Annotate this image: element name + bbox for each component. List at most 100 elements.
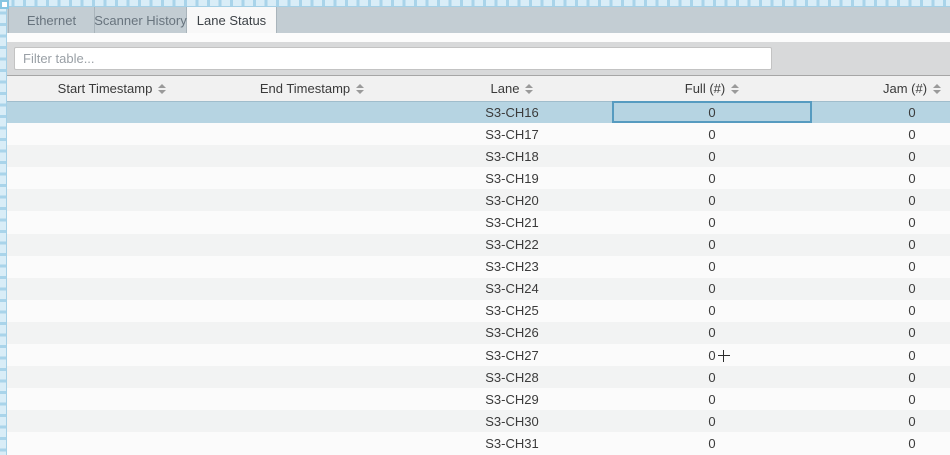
table-row[interactable]: S3-CH1900 <box>0 167 950 189</box>
cell-lane[interactable]: S3-CH19 <box>412 167 612 189</box>
cell-start[interactable] <box>12 145 212 167</box>
cell-start[interactable] <box>12 432 212 454</box>
cell-start[interactable] <box>12 300 212 322</box>
table-row[interactable]: S3-CH2200 <box>0 234 950 256</box>
cell-lane[interactable]: S3-CH26 <box>412 322 612 344</box>
cell-start[interactable] <box>12 256 212 278</box>
table-row[interactable]: S3-CH2600 <box>0 322 950 344</box>
cell-start[interactable] <box>12 123 212 145</box>
column-header-full[interactable]: Full (#) <box>612 81 812 96</box>
cell-lane[interactable]: S3-CH28 <box>412 366 612 388</box>
cell-full[interactable]: 0 <box>612 278 812 300</box>
column-header-lane[interactable]: Lane <box>412 81 612 96</box>
cell-start[interactable] <box>12 410 212 432</box>
cell-end[interactable] <box>212 145 412 167</box>
cell-lane[interactable]: S3-CH16 <box>412 101 612 123</box>
cell-lane[interactable]: S3-CH18 <box>412 145 612 167</box>
cell-start[interactable] <box>12 388 212 410</box>
cell-full[interactable]: 0 <box>612 410 812 432</box>
table-row[interactable]: S3-CH1600 <box>0 101 950 123</box>
cell-full[interactable]: 0 <box>612 101 812 123</box>
cell-start[interactable] <box>12 189 212 211</box>
cell-end[interactable] <box>212 366 412 388</box>
cell-end[interactable] <box>212 167 412 189</box>
cell-jam[interactable]: 0 <box>812 211 950 233</box>
tab-ethernet[interactable]: Ethernet <box>8 7 95 33</box>
cell-end[interactable] <box>212 101 412 123</box>
cell-end[interactable] <box>212 344 412 366</box>
cell-end[interactable] <box>212 300 412 322</box>
cell-end[interactable] <box>212 211 412 233</box>
cell-full[interactable]: 0 <box>612 123 812 145</box>
table-row[interactable]: S3-CH3100 <box>0 432 950 454</box>
table-row[interactable]: S3-CH3000 <box>0 410 950 432</box>
cell-end[interactable] <box>212 322 412 344</box>
table-row[interactable]: S3-CH2700 <box>0 344 950 366</box>
cell-end[interactable] <box>212 123 412 145</box>
cell-start[interactable] <box>12 278 212 300</box>
cell-end[interactable] <box>212 234 412 256</box>
cell-jam[interactable]: 0 <box>812 189 950 211</box>
tab-scanner-history[interactable]: Scanner History <box>95 7 187 33</box>
cell-lane[interactable]: S3-CH30 <box>412 410 612 432</box>
cell-start[interactable] <box>12 167 212 189</box>
cell-jam[interactable]: 0 <box>812 101 950 123</box>
cell-start[interactable] <box>12 322 212 344</box>
cell-jam[interactable]: 0 <box>812 322 950 344</box>
cell-full[interactable]: 0 <box>612 322 812 344</box>
cell-full[interactable]: 0 <box>612 256 812 278</box>
cell-lane[interactable]: S3-CH29 <box>412 388 612 410</box>
cell-lane[interactable]: S3-CH22 <box>412 234 612 256</box>
cell-jam[interactable]: 0 <box>812 123 950 145</box>
cell-full[interactable]: 0 <box>612 432 812 454</box>
cell-lane[interactable]: S3-CH24 <box>412 278 612 300</box>
cell-full[interactable]: 0 <box>612 366 812 388</box>
cell-start[interactable] <box>12 234 212 256</box>
table-row[interactable]: S3-CH2400 <box>0 278 950 300</box>
cell-full[interactable]: 0 <box>612 145 812 167</box>
table-row[interactable]: S3-CH2900 <box>0 388 950 410</box>
cell-jam[interactable]: 0 <box>812 432 950 454</box>
cell-end[interactable] <box>212 432 412 454</box>
cell-jam[interactable]: 0 <box>812 410 950 432</box>
cell-end[interactable] <box>212 278 412 300</box>
cell-full[interactable]: 0 <box>612 234 812 256</box>
cell-lane[interactable]: S3-CH17 <box>412 123 612 145</box>
cell-jam[interactable]: 0 <box>812 234 950 256</box>
cell-jam[interactable]: 0 <box>812 344 950 366</box>
table-row[interactable]: S3-CH2800 <box>0 366 950 388</box>
cell-lane[interactable]: S3-CH31 <box>412 432 612 454</box>
cell-lane[interactable]: S3-CH27 <box>412 344 612 366</box>
cell-start[interactable] <box>12 211 212 233</box>
column-header-jam[interactable]: Jam (#) <box>812 81 950 96</box>
cell-full[interactable]: 0 <box>612 189 812 211</box>
cell-jam[interactable]: 0 <box>812 278 950 300</box>
table-row[interactable]: S3-CH2100 <box>0 211 950 233</box>
column-header-start[interactable]: Start Timestamp <box>12 81 212 96</box>
cell-end[interactable] <box>212 189 412 211</box>
cell-full[interactable]: 0 <box>612 167 812 189</box>
cell-jam[interactable]: 0 <box>812 167 950 189</box>
table-row[interactable]: S3-CH2000 <box>0 189 950 211</box>
cell-start[interactable] <box>12 344 212 366</box>
cell-full[interactable]: 0 <box>612 388 812 410</box>
cell-full[interactable]: 0 <box>612 211 812 233</box>
table-row[interactable]: S3-CH2500 <box>0 300 950 322</box>
cell-jam[interactable]: 0 <box>812 145 950 167</box>
cell-jam[interactable]: 0 <box>812 300 950 322</box>
table-row[interactable]: S3-CH2300 <box>0 256 950 278</box>
cell-lane[interactable]: S3-CH21 <box>412 211 612 233</box>
column-header-end[interactable]: End Timestamp <box>212 81 412 96</box>
cell-start[interactable] <box>12 101 212 123</box>
cell-end[interactable] <box>212 410 412 432</box>
cell-jam[interactable]: 0 <box>812 366 950 388</box>
cell-lane[interactable]: S3-CH23 <box>412 256 612 278</box>
cell-start[interactable] <box>12 366 212 388</box>
cell-full[interactable]: 0 <box>612 344 812 366</box>
cell-end[interactable] <box>212 388 412 410</box>
filter-table-input[interactable] <box>14 47 772 70</box>
cell-jam[interactable]: 0 <box>812 388 950 410</box>
cell-lane[interactable]: S3-CH20 <box>412 189 612 211</box>
table-row[interactable]: S3-CH1700 <box>0 123 950 145</box>
tab-lane-status[interactable]: Lane Status <box>187 7 277 33</box>
